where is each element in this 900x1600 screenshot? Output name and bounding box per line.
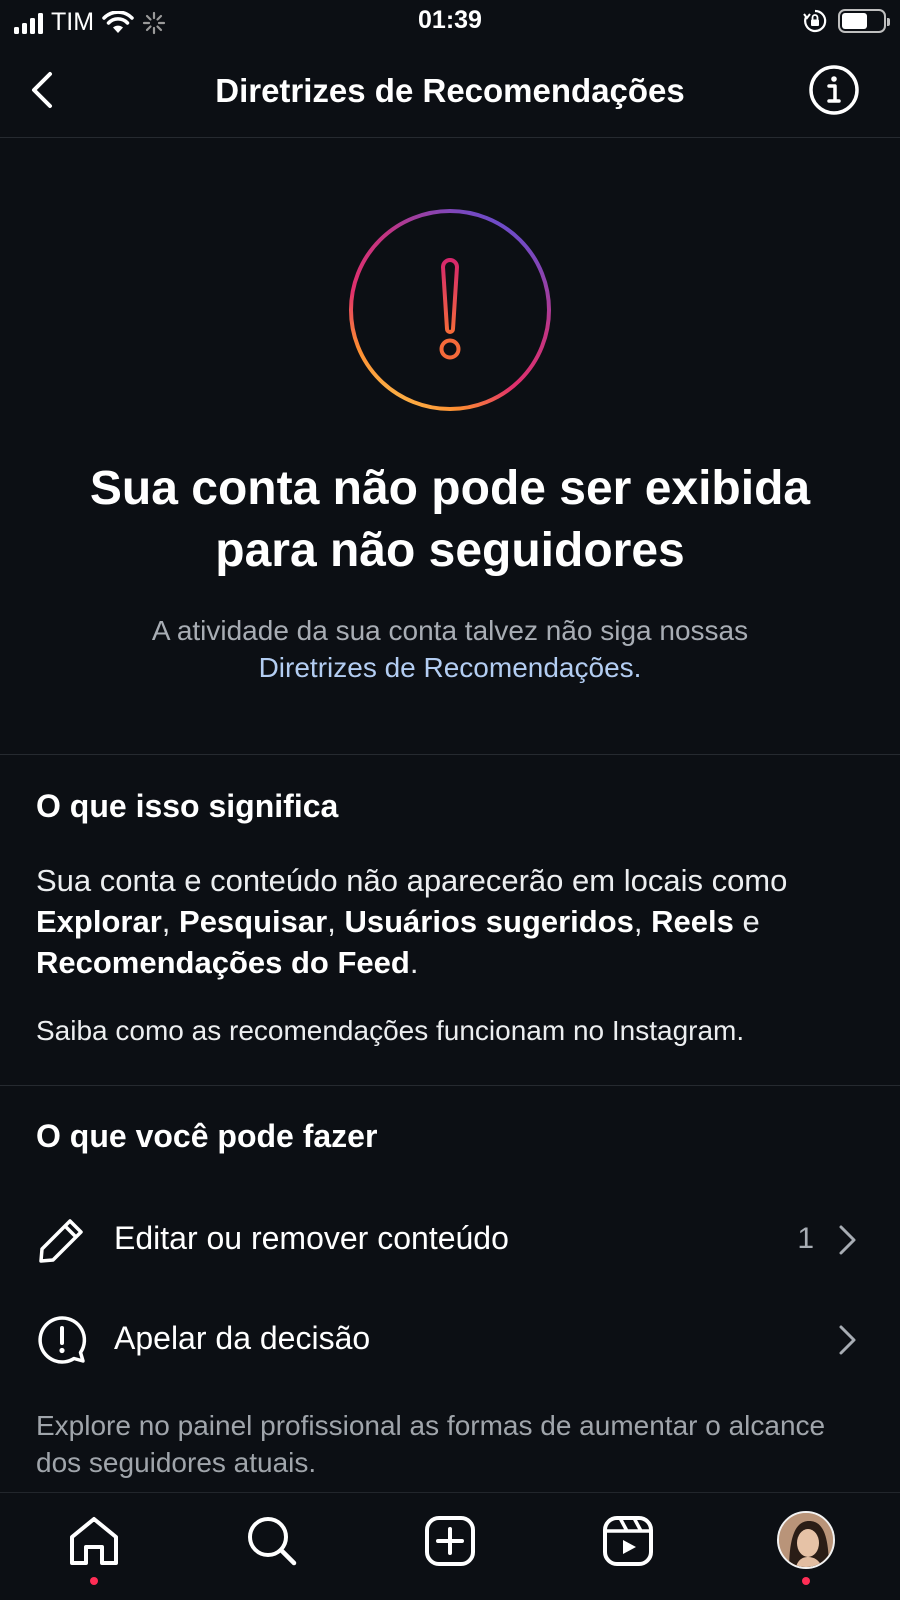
notification-dot	[90, 1577, 98, 1585]
explorar-label: Explorar	[36, 904, 162, 939]
subtitle-text: A atividade da sua conta talvez não siga…	[151, 615, 749, 646]
battery-icon	[838, 9, 890, 33]
page-title: Diretrizes de Recomendações	[215, 72, 685, 109]
divider	[0, 1085, 900, 1086]
orientation-lock-icon	[803, 9, 827, 33]
separator: ,	[327, 904, 345, 939]
search-icon	[248, 1517, 297, 1566]
pencil-icon	[39, 1219, 83, 1263]
tab-search[interactable]	[244, 1513, 300, 1569]
reels-icon	[603, 1516, 653, 1566]
profile-avatar[interactable]	[777, 1511, 835, 1569]
meaning-text: Sua conta e conteúdo não aparecerão em l…	[36, 863, 788, 898]
status-time: 01:39	[418, 6, 482, 34]
action-label: Apelar da decisão	[114, 1320, 371, 1356]
notification-dot	[802, 1577, 810, 1585]
create-icon	[425, 1516, 475, 1566]
avatar-photo	[779, 1513, 833, 1567]
action-label: Editar ou remover conteúdo	[114, 1220, 509, 1256]
edit-remove-content-row[interactable]: Editar ou remover conteúdo 1	[0, 1192, 900, 1288]
learn-more-link[interactable]: Saiba como as recomendações funcionam no…	[36, 1015, 860, 1047]
reels-label: Reels	[651, 904, 734, 939]
restriction-title: Sua conta não pode ser exibida para não …	[89, 462, 811, 577]
guidelines-link[interactable]: Diretrizes de Recomendações	[259, 652, 634, 683]
warning-gradient-icon	[349, 209, 551, 411]
alert-bubble-icon	[38, 1316, 87, 1364]
bottom-tab-bar	[0, 1492, 900, 1600]
info-icon[interactable]	[808, 64, 860, 116]
top-nav-bar: Diretrizes de Recomendações	[0, 44, 900, 138]
subtitle-period: .	[633, 652, 642, 683]
separator: ,	[161, 904, 180, 939]
suggested-users-label: Usuários sugeridos	[344, 904, 634, 939]
chevron-right-icon	[839, 1225, 856, 1255]
divider	[0, 754, 900, 755]
professional-dashboard-note: Explore no painel profissional as formas…	[36, 1410, 826, 1478]
period: .	[409, 945, 419, 980]
meaning-description: Sua conta e conteúdo não aparecerão em l…	[36, 860, 840, 983]
conjunction: e	[733, 904, 760, 939]
section-title-meaning: O que isso significa	[36, 788, 339, 824]
content-count-badge: 1	[797, 1222, 814, 1255]
status-right	[802, 8, 890, 34]
appeal-decision-row[interactable]: Apelar da decisão	[0, 1292, 900, 1388]
chevron-right-icon	[839, 1325, 856, 1355]
separator: ,	[633, 904, 652, 939]
tab-create[interactable]	[422, 1513, 478, 1569]
pesquisar-label: Pesquisar	[179, 904, 328, 939]
home-icon	[70, 1517, 118, 1565]
feed-recommendations-label: Recomendações do Feed	[36, 945, 410, 980]
tab-reels[interactable]	[600, 1513, 656, 1569]
tab-home[interactable]	[66, 1513, 122, 1585]
restriction-subtitle: A atividade da sua conta talvez não siga…	[60, 612, 840, 686]
section-title-actions: O que você pode fazer	[36, 1118, 378, 1154]
status-bar: TIM 01:39	[0, 0, 900, 44]
